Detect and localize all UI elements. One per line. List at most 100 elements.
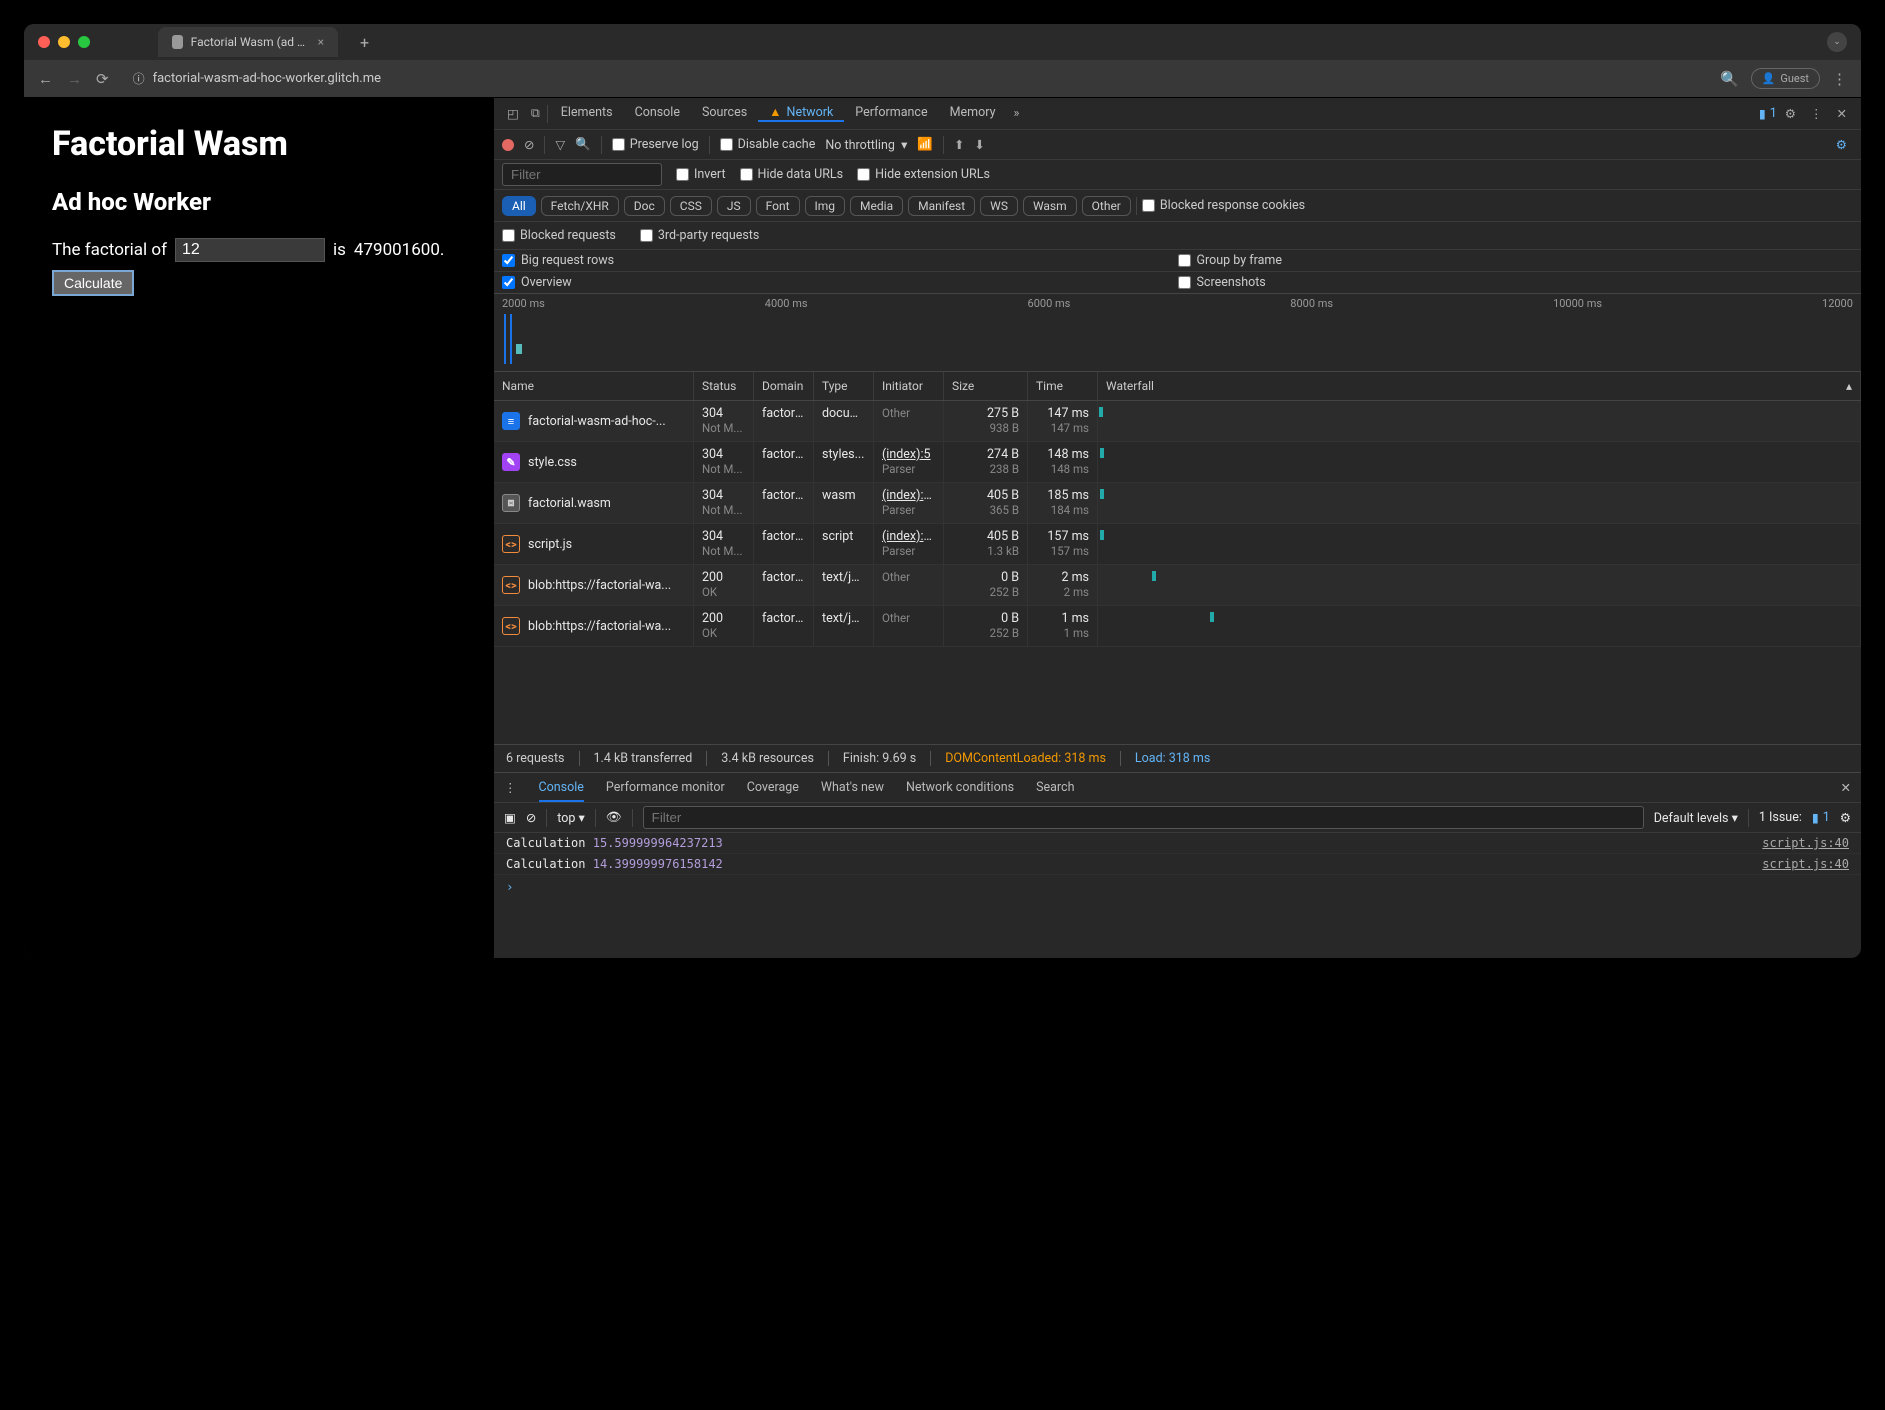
console-tab-search[interactable]: Search bbox=[1036, 780, 1074, 796]
console-tab-performance-monitor[interactable]: Performance monitor bbox=[606, 780, 725, 796]
console-settings-icon[interactable]: ⚙ bbox=[1840, 810, 1851, 826]
url-bar[interactable]: ⓘ factorial-wasm-ad-hoc-worker.glitch.me bbox=[123, 70, 1706, 87]
type-chip-manifest[interactable]: Manifest bbox=[908, 196, 975, 216]
issues-badge[interactable]: ▮ 1 bbox=[1759, 106, 1777, 122]
console-tab-coverage[interactable]: Coverage bbox=[747, 780, 799, 796]
check-blocked-requests[interactable]: Blocked requests bbox=[502, 228, 616, 243]
initiator-cell[interactable]: Other bbox=[874, 401, 944, 441]
more-menu-icon[interactable]: ⋮ bbox=[1804, 106, 1829, 122]
type-chip-font[interactable]: Font bbox=[756, 196, 800, 216]
filter-check-invert[interactable]: Invert bbox=[676, 167, 726, 182]
levels-dropdown[interactable]: Default levels ▾ bbox=[1654, 810, 1738, 826]
throttling-dropdown[interactable]: No throttling ▾ bbox=[825, 137, 907, 153]
settings-icon[interactable]: ⚙ bbox=[1779, 106, 1802, 122]
calculate-button[interactable]: Calculate bbox=[52, 270, 134, 296]
collapse-button-icon[interactable]: ⌄ bbox=[1827, 32, 1847, 52]
live-expression-icon[interactable]: 👁 bbox=[606, 810, 622, 825]
disable-cache-checkbox[interactable]: Disable cache bbox=[720, 137, 816, 152]
forward-icon[interactable]: → bbox=[67, 70, 82, 88]
clear-icon[interactable]: ⊘ bbox=[524, 137, 534, 153]
console-prompt[interactable]: › bbox=[494, 875, 1861, 898]
clear-console-icon[interactable]: ⊘ bbox=[526, 810, 536, 826]
devtools-tab-elements[interactable]: Elements bbox=[550, 105, 624, 120]
close-window-button[interactable] bbox=[38, 36, 50, 48]
col-name[interactable]: Name bbox=[494, 372, 694, 400]
close-drawer-icon[interactable]: ✕ bbox=[1841, 780, 1851, 796]
zoom-icon[interactable]: 🔍 bbox=[1720, 70, 1739, 88]
type-chip-ws[interactable]: WS bbox=[980, 196, 1018, 216]
devtools-tab-memory[interactable]: Memory bbox=[939, 105, 1007, 120]
network-row[interactable]: ✎style.css304Not M...factori...styles...… bbox=[494, 442, 1861, 483]
type-chip-doc[interactable]: Doc bbox=[624, 196, 665, 216]
sidebar-toggle-icon[interactable]: ▣ bbox=[504, 810, 516, 826]
menu-icon[interactable]: ⋮ bbox=[1832, 70, 1847, 88]
factorial-input[interactable] bbox=[175, 238, 325, 262]
log-source-link[interactable]: script.js:40 bbox=[1762, 836, 1849, 850]
console-log-line[interactable]: Calculation 15.599999964237213script.js:… bbox=[494, 833, 1861, 854]
network-filter-input[interactable] bbox=[502, 163, 662, 186]
type-chip-img[interactable]: Img bbox=[805, 196, 846, 216]
type-chip-css[interactable]: CSS bbox=[670, 196, 712, 216]
console-issue-badge[interactable]: ▮ 1 bbox=[1812, 810, 1830, 826]
record-button[interactable] bbox=[502, 139, 514, 151]
inspect-icon[interactable]: ◰ bbox=[502, 106, 524, 122]
network-table-header[interactable]: NameStatusDomainTypeInitiatorSizeTimeWat… bbox=[494, 372, 1861, 401]
col-domain[interactable]: Domain bbox=[754, 372, 814, 400]
type-chip-fetchxhr[interactable]: Fetch/XHR bbox=[541, 196, 619, 216]
type-chip-all[interactable]: All bbox=[502, 196, 536, 216]
more-tabs-icon[interactable]: » bbox=[1009, 106, 1025, 121]
download-icon[interactable]: ⬇ bbox=[974, 137, 984, 153]
network-settings-icon[interactable]: ⚙ bbox=[1830, 137, 1853, 153]
type-chip-other[interactable]: Other bbox=[1082, 196, 1131, 216]
initiator-cell[interactable]: Other bbox=[874, 565, 944, 605]
blocked-cookies-checkbox[interactable]: Blocked response cookies bbox=[1142, 198, 1305, 213]
network-conditions-icon[interactable]: 📶 bbox=[917, 137, 933, 152]
type-chip-wasm[interactable]: Wasm bbox=[1023, 196, 1077, 216]
site-info-icon[interactable]: ⓘ bbox=[133, 70, 145, 87]
close-devtools-icon[interactable]: ✕ bbox=[1831, 106, 1853, 122]
browser-tab[interactable]: Factorial Wasm (ad hoc Work × bbox=[158, 27, 338, 57]
devtools-tab-sources[interactable]: Sources bbox=[691, 105, 758, 120]
col-status[interactable]: Status bbox=[694, 372, 754, 400]
filter-toggle-icon[interactable]: ▽ bbox=[555, 137, 565, 153]
close-tab-icon[interactable]: × bbox=[318, 35, 324, 49]
initiator-cell[interactable]: (index):14Parser bbox=[874, 524, 944, 564]
console-filter-input[interactable] bbox=[643, 806, 1644, 829]
context-dropdown[interactable]: top ▾ bbox=[557, 810, 585, 826]
back-icon[interactable]: ← bbox=[38, 70, 53, 88]
log-source-link[interactable]: script.js:40 bbox=[1762, 857, 1849, 871]
filter-check-hide-data-urls[interactable]: Hide data URLs bbox=[740, 167, 844, 182]
network-row[interactable]: ⧈factorial.wasm304Not M...factori...wasm… bbox=[494, 483, 1861, 524]
devtools-tab-network[interactable]: ▲Network bbox=[758, 105, 844, 122]
col-time[interactable]: Time bbox=[1028, 372, 1098, 400]
console-tab-console[interactable]: Console bbox=[539, 780, 584, 802]
console-log-line[interactable]: Calculation 14.399999976158142script.js:… bbox=[494, 854, 1861, 875]
initiator-cell[interactable]: (index):5Parser bbox=[874, 442, 944, 482]
new-tab-button[interactable]: + bbox=[346, 33, 383, 52]
network-row[interactable]: <>script.js304Not M...factori...script(i… bbox=[494, 524, 1861, 565]
minimize-window-button[interactable] bbox=[58, 36, 70, 48]
overview-checkbox[interactable] bbox=[502, 276, 515, 289]
filter-check-hide-extension-urls[interactable]: Hide extension URLs bbox=[857, 167, 990, 182]
check-3rd-party-requests[interactable]: 3rd-party requests bbox=[640, 228, 759, 243]
upload-icon[interactable]: ⬆ bbox=[954, 137, 964, 153]
search-icon[interactable]: 🔍 bbox=[575, 137, 591, 152]
initiator-cell[interactable]: (index):10Parser bbox=[874, 483, 944, 523]
type-chip-media[interactable]: Media bbox=[850, 196, 903, 216]
col-waterfall[interactable]: Waterfall▴ bbox=[1098, 372, 1861, 400]
network-row[interactable]: <>blob:https://factorial-wa...200OKfacto… bbox=[494, 565, 1861, 606]
network-row[interactable]: <>blob:https://factorial-wa...200OKfacto… bbox=[494, 606, 1861, 647]
preserve-log-checkbox[interactable]: Preserve log bbox=[612, 137, 699, 152]
initiator-cell[interactable]: Other bbox=[874, 606, 944, 646]
profile-button[interactable]: 👤 Guest bbox=[1751, 68, 1820, 89]
col-type[interactable]: Type bbox=[814, 372, 874, 400]
big-rows-checkbox[interactable] bbox=[502, 254, 515, 267]
screenshots-checkbox[interactable] bbox=[1178, 276, 1191, 289]
console-tab-what's-new[interactable]: What's new bbox=[821, 780, 884, 796]
reload-icon[interactable]: ⟳ bbox=[96, 70, 109, 88]
type-chip-js[interactable]: JS bbox=[717, 196, 751, 216]
network-row[interactable]: ≡factorial-wasm-ad-hoc-...304Not M...fac… bbox=[494, 401, 1861, 442]
console-tab-network-conditions[interactable]: Network conditions bbox=[906, 780, 1014, 796]
timeline-overview[interactable]: 2000 ms4000 ms6000 ms8000 ms10000 ms1200… bbox=[494, 294, 1861, 372]
devtools-tab-console[interactable]: Console bbox=[624, 105, 691, 120]
